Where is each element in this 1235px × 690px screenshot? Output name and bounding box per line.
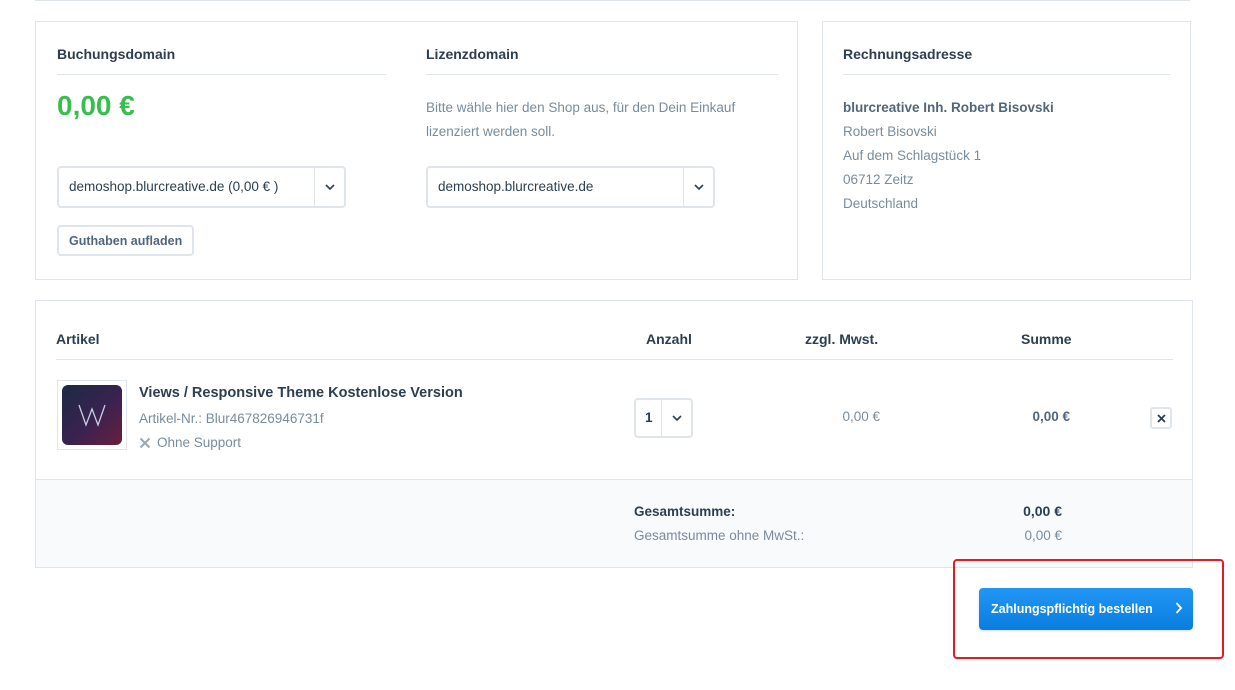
net-total-value: 0,00 € (1024, 528, 1062, 543)
quantity-value: 1 (645, 410, 653, 425)
billing-name: Robert Bisovski (843, 124, 937, 139)
total-label: Gesamtsumme: (634, 504, 736, 519)
top-divider (35, 0, 1190, 1)
chevron-down-icon[interactable] (661, 400, 691, 436)
cart-totals: Gesamtsumme: 0,00 € Gesamtsumme ohne MwS… (36, 479, 1192, 567)
chevron-right-icon (1175, 601, 1183, 618)
license-title-rule (426, 74, 778, 75)
booking-domain-select[interactable]: demoshop.blurcreative.de (0,00 € ) (57, 166, 346, 208)
header-quantity: Anzahl (646, 331, 692, 347)
header-article: Artikel (56, 331, 100, 347)
billing-title-rule (843, 74, 1170, 75)
product-support: Ohne Support (139, 435, 241, 450)
billing-city: 06712 Zeitz (843, 172, 914, 187)
chevron-down-icon[interactable] (314, 168, 344, 206)
license-domain-select[interactable]: demoshop.blurcreative.de (426, 166, 715, 208)
booking-domain-value: demoshop.blurcreative.de (0,00 € ) (69, 179, 279, 194)
x-icon (139, 437, 151, 448)
booking-title-rule (57, 74, 386, 75)
booking-amount: 0,00 € (57, 90, 135, 121)
chevron-down-icon[interactable] (683, 168, 713, 206)
license-hint: Bitte wähle hier den Shop aus, für den D… (426, 100, 736, 139)
header-sum: Summe (1021, 331, 1072, 347)
billing-address: blurcreative Inh. Robert Bisovski Robert… (843, 96, 1054, 216)
billing-company: blurcreative Inh. Robert Bisovski (843, 100, 1054, 115)
item-sum: 0,00 € (1032, 409, 1070, 424)
license-domain-value: demoshop.blurcreative.de (438, 179, 594, 194)
product-logo (62, 385, 122, 445)
cart-panel: Artikel Anzahl zzgl. Mwst. Summe Views /… (35, 300, 1193, 568)
product-name[interactable]: Views / Responsive Theme Kostenlose Vers… (139, 385, 463, 401)
quantity-select[interactable]: 1 (634, 398, 693, 438)
billing-title: Rechnungsadresse (843, 46, 973, 62)
header-tax: zzgl. Mwst. (805, 331, 879, 347)
support-label: Ohne Support (157, 435, 242, 450)
billing-address-panel: Rechnungsadresse blurcreative Inh. Rober… (822, 21, 1191, 280)
order-button-label: Zahlungspflichtig bestellen (991, 602, 1153, 616)
topup-button[interactable]: Guthaben aufladen (57, 225, 195, 256)
billing-country: Deutschland (843, 196, 919, 211)
product-logo-icon (78, 404, 106, 427)
booking-title: Buchungsdomain (57, 46, 176, 62)
remove-item-button[interactable] (1150, 407, 1172, 429)
close-icon (1156, 413, 1166, 423)
order-button[interactable]: Zahlungspflichtig bestellen (979, 588, 1193, 630)
booking-license-panel: Buchungsdomain 0,00 € demoshop.blurcreat… (35, 21, 798, 280)
net-total-label: Gesamtsumme ohne MwSt.: (634, 528, 805, 543)
license-title: Lizenzdomain (426, 46, 519, 62)
total-value: 0,00 € (1023, 503, 1062, 519)
product-thumbnail[interactable] (57, 380, 127, 450)
product-sku: Artikel-Nr.: Blur467826946731f (139, 411, 324, 426)
billing-street: Auf dem Schlagstück 1 (843, 148, 982, 163)
cart-header-rule (56, 359, 1173, 360)
item-tax: 0,00 € (842, 409, 880, 424)
